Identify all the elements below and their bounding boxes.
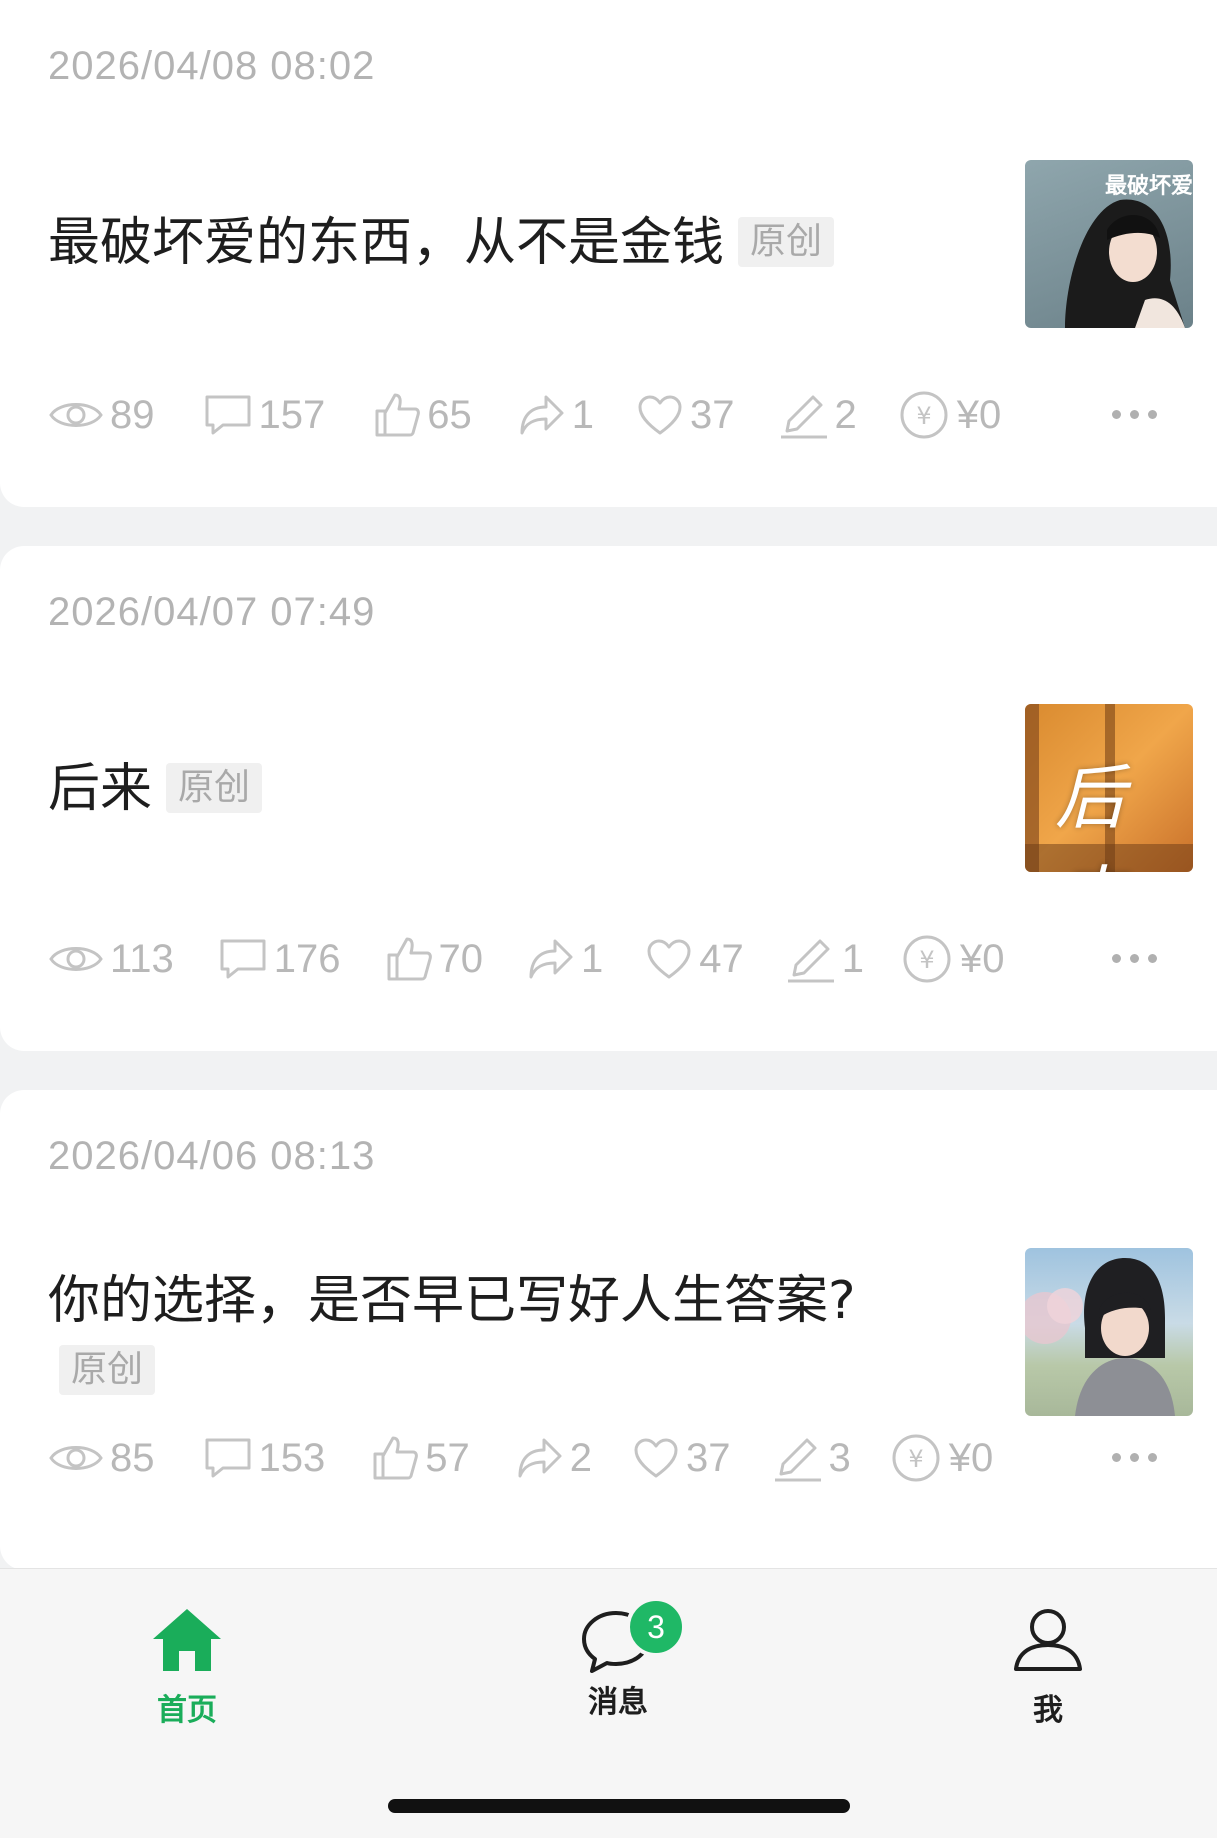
pencil-icon [774,1438,821,1482]
more-icon[interactable] [1112,954,1157,963]
tab-messages[interactable]: 3 消息 [538,1597,698,1721]
comments-stat[interactable]: 157 [203,393,325,438]
svg-text:¥: ¥ [919,946,934,974]
shares-stat[interactable]: 1 [527,937,603,982]
eye-icon [49,1446,103,1470]
heart-icon [647,939,691,979]
post-card[interactable]: 2026/04/06 08:13 你的选择，是否早已写好人生答案? 原创 85 … [0,1090,1217,1570]
thumbs-up-icon [375,393,421,437]
share-icon [520,395,564,435]
post-thumbnail[interactable]: 最破坏爱 [1025,160,1193,328]
shares-stat[interactable]: 2 [516,1436,592,1481]
eye-icon [49,947,103,971]
yuan-coin-icon: ¥ [892,1434,940,1482]
post-stats: 85 153 57 2 37 3 ¥ ¥0 [48,1428,1187,1488]
post-stats: 113 176 70 1 47 1 ¥ ¥0 [48,929,1187,989]
comments-stat[interactable]: 153 [203,1436,325,1481]
person-icon [1014,1609,1082,1671]
yuan-coin-icon: ¥ [903,935,951,983]
thumbnail-caption: 后来 [1055,757,1125,872]
tab-messages-label: 消息 [588,1685,648,1720]
post-stats: 89 157 65 1 37 2 ¥ ¥0 [48,385,1187,445]
edits-stat[interactable]: 1 [786,935,864,983]
post-title-text: 你的选择，是否早已写好人生答案? [48,1271,856,1331]
edits-stat[interactable]: 2 [779,391,857,439]
pencil-icon [787,939,834,983]
bottom-tab-bar: 首页 3 消息 我 [0,1568,1217,1838]
heart-icon [634,1438,678,1478]
share-icon [529,939,573,979]
post-title-text: 后来 [48,759,153,819]
views-stat: 85 [48,1436,155,1481]
edits-stat[interactable]: 3 [773,1434,851,1482]
svg-text:¥: ¥ [908,1445,923,1473]
home-icon [153,1609,221,1671]
more-icon[interactable] [1112,410,1157,419]
more-icon[interactable] [1112,1453,1157,1462]
favorites-stat[interactable]: 37 [636,393,735,438]
post-card[interactable]: 2026/04/08 08:02 最破坏爱的东西，从不是金钱 原创 最破坏爱 89… [0,0,1217,507]
reward-stat[interactable]: ¥ ¥0 [899,390,1001,440]
yuan-coin-icon: ¥ [900,391,948,439]
post-title-text: 最破坏爱的东西，从不是金钱 [48,213,725,273]
thumbs-up-icon [387,937,432,981]
post-title[interactable]: 最破坏爱的东西，从不是金钱 原创 [48,210,835,276]
post-title[interactable]: 你的选择，是否早已写好人生答案? 原创 [48,1268,856,1400]
tab-me-label: 我 [1033,1693,1063,1728]
share-icon [518,1438,562,1478]
tab-home[interactable]: 首页 [107,1607,267,1729]
reward-stat[interactable]: ¥ ¥0 [902,934,1005,984]
post-date: 2026/04/07 07:49 [48,590,376,634]
favorites-stat[interactable]: 47 [645,937,744,982]
svg-text:¥: ¥ [916,402,931,430]
comments-stat[interactable]: 176 [218,937,341,982]
tab-home-label: 首页 [157,1693,217,1728]
views-stat: 113 [48,937,174,982]
comment-icon [205,1438,250,1478]
post-title[interactable]: 后来 原创 [48,756,263,822]
thumbnail-caption: 最破坏爱 [1104,174,1193,199]
favorites-stat[interactable]: 37 [632,1436,731,1481]
messages-badge: 3 [626,1597,686,1657]
post-thumbnail[interactable] [1025,1248,1193,1416]
reward-stat[interactable]: ¥ ¥0 [891,1433,993,1483]
likes-stat[interactable]: 65 [373,391,472,439]
original-tag: 原创 [166,763,263,813]
thumbs-up-icon [373,1436,419,1480]
views-stat: 89 [48,393,155,438]
post-thumbnail[interactable]: 后来 [1025,704,1193,872]
shares-stat[interactable]: 1 [518,393,594,438]
pencil-icon [780,395,827,439]
post-date: 2026/04/06 08:13 [48,1134,376,1178]
original-tag: 原创 [738,217,835,267]
post-date: 2026/04/08 08:02 [48,44,376,88]
likes-stat[interactable]: 57 [371,1434,470,1482]
post-card[interactable]: 2026/04/07 07:49 后来原创 后来 113 176 70 1 [0,546,1217,1051]
eye-icon [49,403,103,427]
likes-stat[interactable]: 70 [385,935,483,983]
comment-icon [220,939,266,979]
tab-me[interactable]: 我 [968,1607,1128,1729]
original-tag: 原创 [59,1345,156,1395]
heart-icon [638,395,682,435]
home-indicator [388,1799,850,1813]
comment-icon [205,395,250,435]
